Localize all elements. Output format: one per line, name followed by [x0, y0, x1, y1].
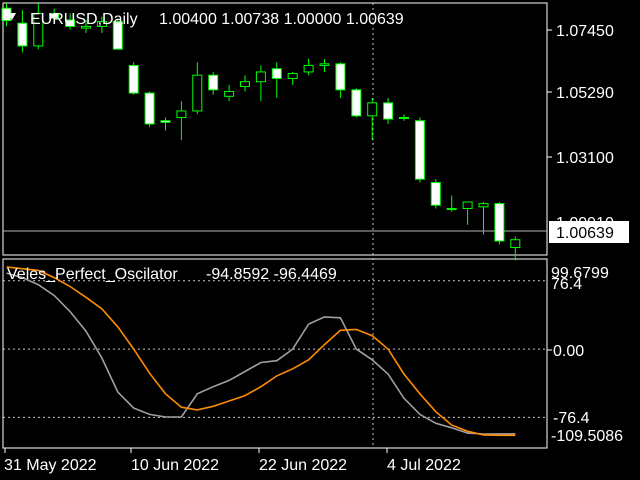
indicator-title: Veles_Perfect_Oscilator: [7, 266, 178, 283]
bullish-candle: [510, 239, 521, 248]
bullish-candle: [319, 63, 330, 66]
chart-canvas[interactable]: EURUSD,Daily 1.00400 1.00738 1.00000 1.0…: [0, 0, 640, 480]
bullish-candle: [224, 90, 235, 97]
bearish-candle: [430, 181, 441, 206]
bearish-candle: [160, 120, 171, 123]
bearish-candle: [128, 64, 139, 94]
time-tick-label: 31 May 2022: [4, 457, 97, 474]
bearish-candle: [271, 68, 282, 79]
indicator-values: -94.8592 -96.4469: [206, 266, 337, 283]
bullish-candle: [446, 207, 457, 210]
bearish-candle: [335, 63, 346, 91]
indicator-level-label: 76.4: [551, 276, 582, 293]
bullish-candle: [399, 116, 409, 119]
indicator-level-label: -76.4: [553, 410, 590, 427]
bullish-candle: [478, 203, 489, 208]
symbol-title: EURUSD,Daily: [30, 11, 138, 28]
price-tick-label: 1.07450: [556, 23, 614, 40]
ohlc-values: 1.00400 1.00738 1.00000 1.00639: [159, 11, 404, 28]
indicator-min-label: -109.5086: [551, 428, 623, 445]
bullish-candle: [287, 73, 298, 79]
bullish-candle: [462, 201, 473, 209]
bearish-candle: [144, 92, 155, 125]
current-price-label: 1.00639: [556, 225, 614, 242]
bearish-candle: [414, 120, 425, 180]
indicator-level-label: 0.00: [553, 343, 584, 360]
bullish-candle: [255, 71, 266, 83]
bullish-candle: [240, 81, 250, 88]
bearish-candle: [351, 89, 362, 117]
price-tick-label: 1.05290: [556, 85, 614, 102]
bullish-candle: [367, 102, 378, 117]
price-tick-label: 1.03100: [556, 150, 614, 167]
time-tick-label: 10 Jun 2022: [131, 457, 219, 474]
bearish-candle: [208, 74, 219, 91]
price-pane[interactable]: [2, 2, 548, 256]
bearish-candle: [383, 102, 394, 120]
time-tick-label: 4 Jul 2022: [387, 457, 461, 474]
bullish-candle: [176, 110, 187, 118]
bullish-candle: [303, 64, 314, 73]
bullish-candle: [192, 74, 203, 112]
bearish-candle: [494, 203, 505, 242]
indicator-pane[interactable]: [2, 258, 548, 449]
time-tick-label: 22 Jun 2022: [259, 457, 347, 474]
bearish-candle: [17, 22, 28, 47]
